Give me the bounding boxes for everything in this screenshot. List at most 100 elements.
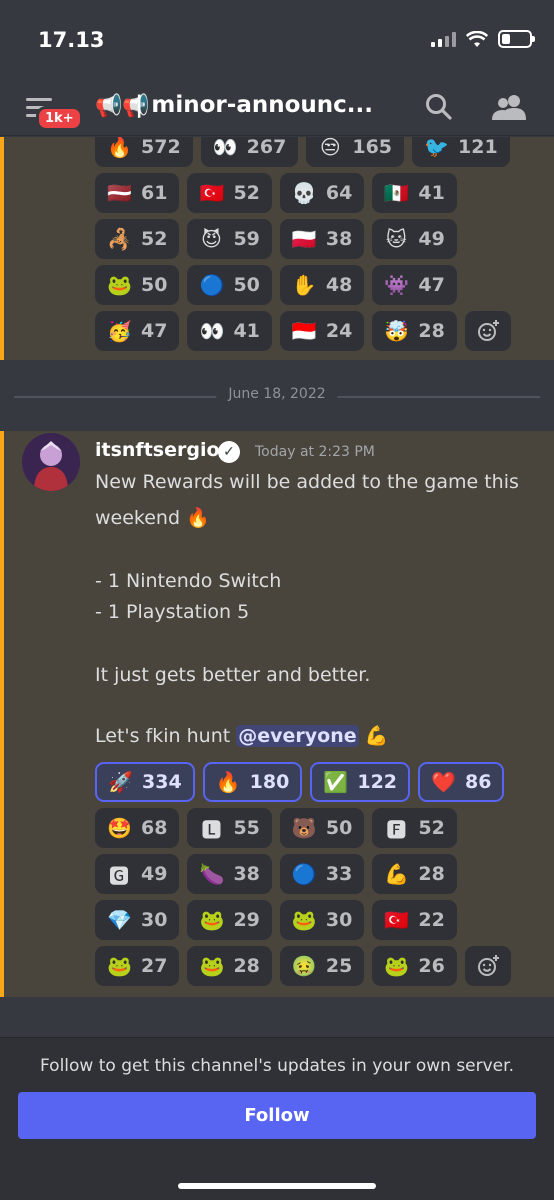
reaction-emoji-icon: 🚀 xyxy=(108,770,133,794)
date-divider: June 18, 2022 xyxy=(14,386,540,402)
members-icon xyxy=(492,95,526,120)
reaction-pill[interactable]: 💪 28 xyxy=(372,854,457,894)
reaction-emoji-icon: 🔵 xyxy=(291,862,317,886)
channel-header: 1k+ 📢📢 | minor-announc... xyxy=(0,78,554,136)
reaction-pill[interactable]: 😒 165 xyxy=(306,137,405,167)
reaction-pill[interactable]: 🅻 55 xyxy=(187,808,272,848)
reaction-emoji-icon: 🐸 xyxy=(107,273,132,297)
wifi-icon xyxy=(466,30,488,47)
reaction-emoji-icon: 🍆 xyxy=(199,862,225,886)
reaction-pill[interactable]: 🤩 68 xyxy=(95,808,180,848)
reaction-pill[interactable]: 🇹🇷 52 xyxy=(187,173,272,213)
reaction-emoji-icon: 🐱 xyxy=(385,227,407,251)
reaction-pill[interactable]: 🇵🇱 38 xyxy=(279,219,365,259)
reaction-emoji-icon: 😒 xyxy=(319,137,341,159)
reaction-pill[interactable]: ✅ 122 xyxy=(310,762,411,802)
reaction-emoji-icon: 🤩 xyxy=(107,816,132,840)
reaction-pill[interactable]: 👀 41 xyxy=(187,311,272,351)
reaction-count: 122 xyxy=(357,771,398,793)
reaction-pill[interactable]: 💀 64 xyxy=(279,173,365,213)
reaction-emoji-icon: 🐸 xyxy=(199,954,225,978)
reaction-pill[interactable]: 🔥 572 xyxy=(95,137,193,167)
reaction-emoji-icon: 🔥 xyxy=(107,137,132,159)
reaction-pill[interactable]: 🍆 38 xyxy=(187,854,272,894)
reaction-pill[interactable]: 🔥 180 xyxy=(202,762,303,802)
reaction-emoji-icon: 😈 xyxy=(201,227,222,251)
reaction-count: 267 xyxy=(246,137,287,158)
reaction-count: 64 xyxy=(325,182,353,204)
add-reaction-button[interactable] xyxy=(464,311,511,351)
message-username[interactable]: itsnftsergio xyxy=(95,439,220,461)
reaction-count: 121 xyxy=(458,137,498,158)
reaction-pill[interactable]: 🇮🇩 24 xyxy=(279,311,365,351)
reaction-pill[interactable]: 🔵 50 xyxy=(187,265,272,305)
reaction-pill[interactable]: 🤯 28 xyxy=(372,311,457,351)
menu-button[interactable]: 1k+ xyxy=(26,90,83,131)
message-line: weekend 🔥 xyxy=(95,507,210,529)
reaction-count: 30 xyxy=(141,909,168,931)
reaction-pill[interactable]: 🐸 28 xyxy=(187,946,272,986)
reaction-pill[interactable]: 🐦 121 xyxy=(412,137,510,167)
reaction-emoji-icon: 🔵 xyxy=(199,273,225,297)
reaction-pill[interactable]: 🅶 49 xyxy=(95,854,180,894)
reaction-emoji-icon: 💪 xyxy=(384,862,410,886)
reaction-emoji-icon: 🐸 xyxy=(291,908,317,932)
reaction-pill[interactable]: 👀 267 xyxy=(200,137,299,167)
reaction-emoji-icon: 🇵🇱 xyxy=(291,227,317,251)
follow-bar: Follow to get this channel's updates in … xyxy=(0,1037,554,1200)
message-text: 💪 xyxy=(358,725,389,747)
reaction-count: 28 xyxy=(233,955,260,977)
reaction-emoji-icon: ❤️ xyxy=(431,770,456,794)
reaction-emoji-icon: 💎 xyxy=(107,908,132,932)
reaction-count: 50 xyxy=(233,274,260,296)
channel-title[interactable]: | minor-announc... xyxy=(135,92,397,118)
message-line: - 1 Playstation 5 xyxy=(95,601,250,623)
reaction-pill[interactable]: 🇲🇽 41 xyxy=(372,173,457,213)
reaction-count: 68 xyxy=(141,817,168,839)
reaction-pill[interactable]: 🅵 52 xyxy=(372,808,457,848)
reaction-emoji-icon: 🅻 xyxy=(201,817,222,842)
members-button[interactable] xyxy=(492,92,526,122)
reaction-pill[interactable]: 🤢 25 xyxy=(279,946,365,986)
add-reaction-button[interactable] xyxy=(464,946,511,986)
reaction-pill[interactable]: 💎 30 xyxy=(95,900,180,940)
reaction-pill[interactable]: 🚀 334 xyxy=(95,762,195,802)
reaction-pill[interactable]: 🐸 26 xyxy=(372,946,457,986)
everyone-mention[interactable]: @everyone xyxy=(236,725,359,747)
reaction-pill[interactable]: 🐸 29 xyxy=(187,900,272,940)
reaction-pill[interactable]: 🐸 27 xyxy=(95,946,180,986)
reaction-pill[interactable]: ✋ 48 xyxy=(279,265,365,305)
follow-button[interactable]: Follow xyxy=(18,1092,536,1139)
reaction-pill[interactable]: 🇹🇷 22 xyxy=(372,900,457,940)
reaction-count: 61 xyxy=(141,182,168,204)
reaction-count: 25 xyxy=(325,955,353,977)
reaction-count: 22 xyxy=(418,909,445,931)
reaction-emoji-icon: 🐻 xyxy=(291,816,317,840)
message-line: New Rewards will be added to the game th… xyxy=(95,471,519,493)
reaction-pill[interactable]: 🦂 52 xyxy=(95,219,180,259)
reaction-pill[interactable]: ❤️ 86 xyxy=(418,762,505,802)
reaction-count: 49 xyxy=(418,228,445,250)
reaction-count: 52 xyxy=(233,182,260,204)
reaction-pill[interactable]: 🇱🇻 61 xyxy=(95,173,180,213)
message-feed[interactable]: 🔥 572 👀 267 😒 165 🐦 121 🇱🇻 61 🇹🇷 52 💀 64 🇲🇽 41 🦂 52 😈 59 🇵🇱 3… xyxy=(0,137,554,1037)
message-text: Let's fkin hunt xyxy=(95,725,237,747)
search-button[interactable] xyxy=(424,92,454,122)
home-indicator[interactable] xyxy=(178,1183,376,1189)
reaction-pill[interactable]: 🐱 49 xyxy=(372,219,457,259)
reaction-pill[interactable]: 🐸 50 xyxy=(95,265,180,305)
reaction-emoji-icon: 🦂 xyxy=(107,227,132,251)
reaction-emoji-icon: 🐦 xyxy=(424,137,449,159)
reaction-pill[interactable]: 🐻 50 xyxy=(279,808,365,848)
reaction-pill[interactable]: 👾 47 xyxy=(372,265,457,305)
reaction-pill[interactable]: 🥳 47 xyxy=(95,311,180,351)
reaction-emoji-icon: 🔥 xyxy=(215,770,241,794)
reaction-pill[interactable]: 🔵 33 xyxy=(279,854,365,894)
reaction-pill[interactable]: 😈 59 xyxy=(187,219,272,259)
reaction-emoji-icon: 🇲🇽 xyxy=(384,181,410,205)
reaction-pill[interactable]: 🐸 30 xyxy=(279,900,365,940)
reaction-count: 180 xyxy=(249,771,290,793)
date-divider-label: June 18, 2022 xyxy=(216,386,338,402)
avatar[interactable] xyxy=(22,433,80,491)
message-reactions: 🚀 334 🔥 180 ✅ 122 ❤️ 86 🤩 68 🅻 55 🐻 50 🅵 52 🅶 49 🍆 38 🔵 33 💪 28… xyxy=(95,762,545,986)
